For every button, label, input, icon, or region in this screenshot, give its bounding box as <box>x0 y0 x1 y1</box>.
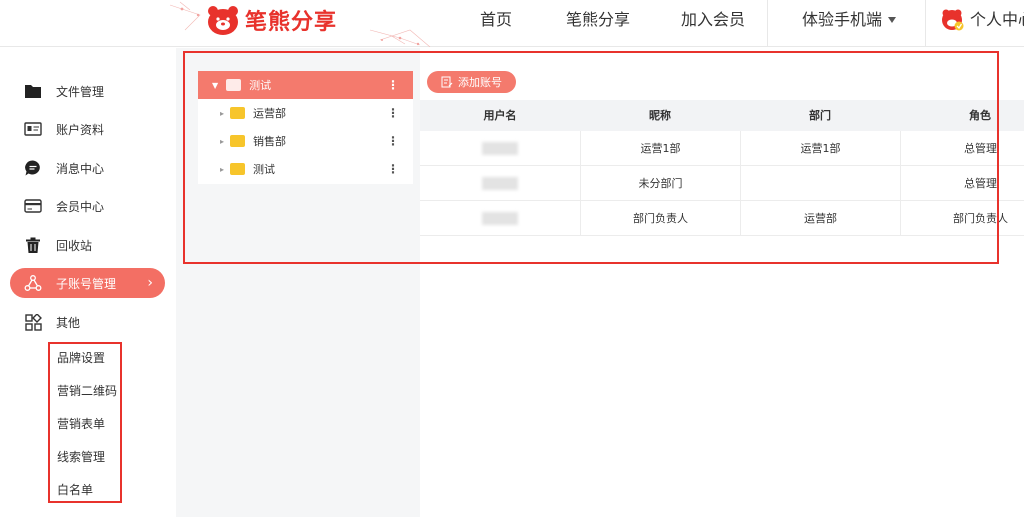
sidebar-item-file-manager[interactable]: 文件管理 <box>10 76 165 106</box>
nav-personal-center[interactable]: 个人中心 <box>970 10 1024 30</box>
brand-logo[interactable]: 笔熊分享 <box>205 3 337 37</box>
nav-separator <box>767 0 768 47</box>
caret-down-icon <box>888 17 897 23</box>
logo-text: 笔熊分享 <box>245 10 338 35</box>
grid-icon <box>24 313 42 331</box>
top-header: 笔熊分享 首页 笔熊分享 加入会员 体验手机端 个人中心 <box>0 0 1024 47</box>
avatar[interactable] <box>940 7 964 31</box>
folder-icon <box>24 82 42 100</box>
network-icon <box>24 274 42 292</box>
sidebar-item-sub-accounts[interactable]: 子账号管理 › <box>10 268 165 298</box>
nav-join[interactable]: 加入会员 <box>681 10 745 30</box>
sidebar-item-label: 消息中心 <box>56 161 105 176</box>
chevron-right-icon: › <box>147 275 153 291</box>
highlight-box <box>48 342 122 503</box>
nav-share[interactable]: 笔熊分享 <box>566 10 630 30</box>
id-card-icon <box>24 120 42 138</box>
nav-home[interactable]: 首页 <box>480 10 512 30</box>
sidebar-item-account[interactable]: 账户资料 <box>10 114 165 144</box>
sidebar-item-label: 其他 <box>56 315 81 330</box>
sidebar-item-membership[interactable]: 会员中心 <box>10 191 165 221</box>
sidebar-item-label: 回收站 <box>56 238 93 253</box>
sidebar-item-label: 账户资料 <box>56 122 105 137</box>
sidebar-item-messages[interactable]: 消息中心 <box>10 153 165 183</box>
sidebar-item-label: 文件管理 <box>56 84 105 99</box>
nav-separator <box>925 0 926 47</box>
bear-logo-icon <box>208 6 238 35</box>
sidebar-item-others[interactable]: 其他 <box>10 307 165 337</box>
credit-card-icon <box>24 197 42 215</box>
sidebar-item-label: 子账号管理 <box>56 276 117 291</box>
sidebar-item-recycle-bin[interactable]: 回收站 <box>10 230 165 260</box>
nav-mobile[interactable]: 体验手机端 <box>802 10 897 30</box>
sidebar-item-label: 会员中心 <box>56 199 105 214</box>
trash-icon <box>24 236 42 254</box>
highlight-box <box>183 51 999 264</box>
chat-bubble-icon <box>24 159 42 177</box>
nav-mobile-label: 体验手机端 <box>802 10 883 29</box>
